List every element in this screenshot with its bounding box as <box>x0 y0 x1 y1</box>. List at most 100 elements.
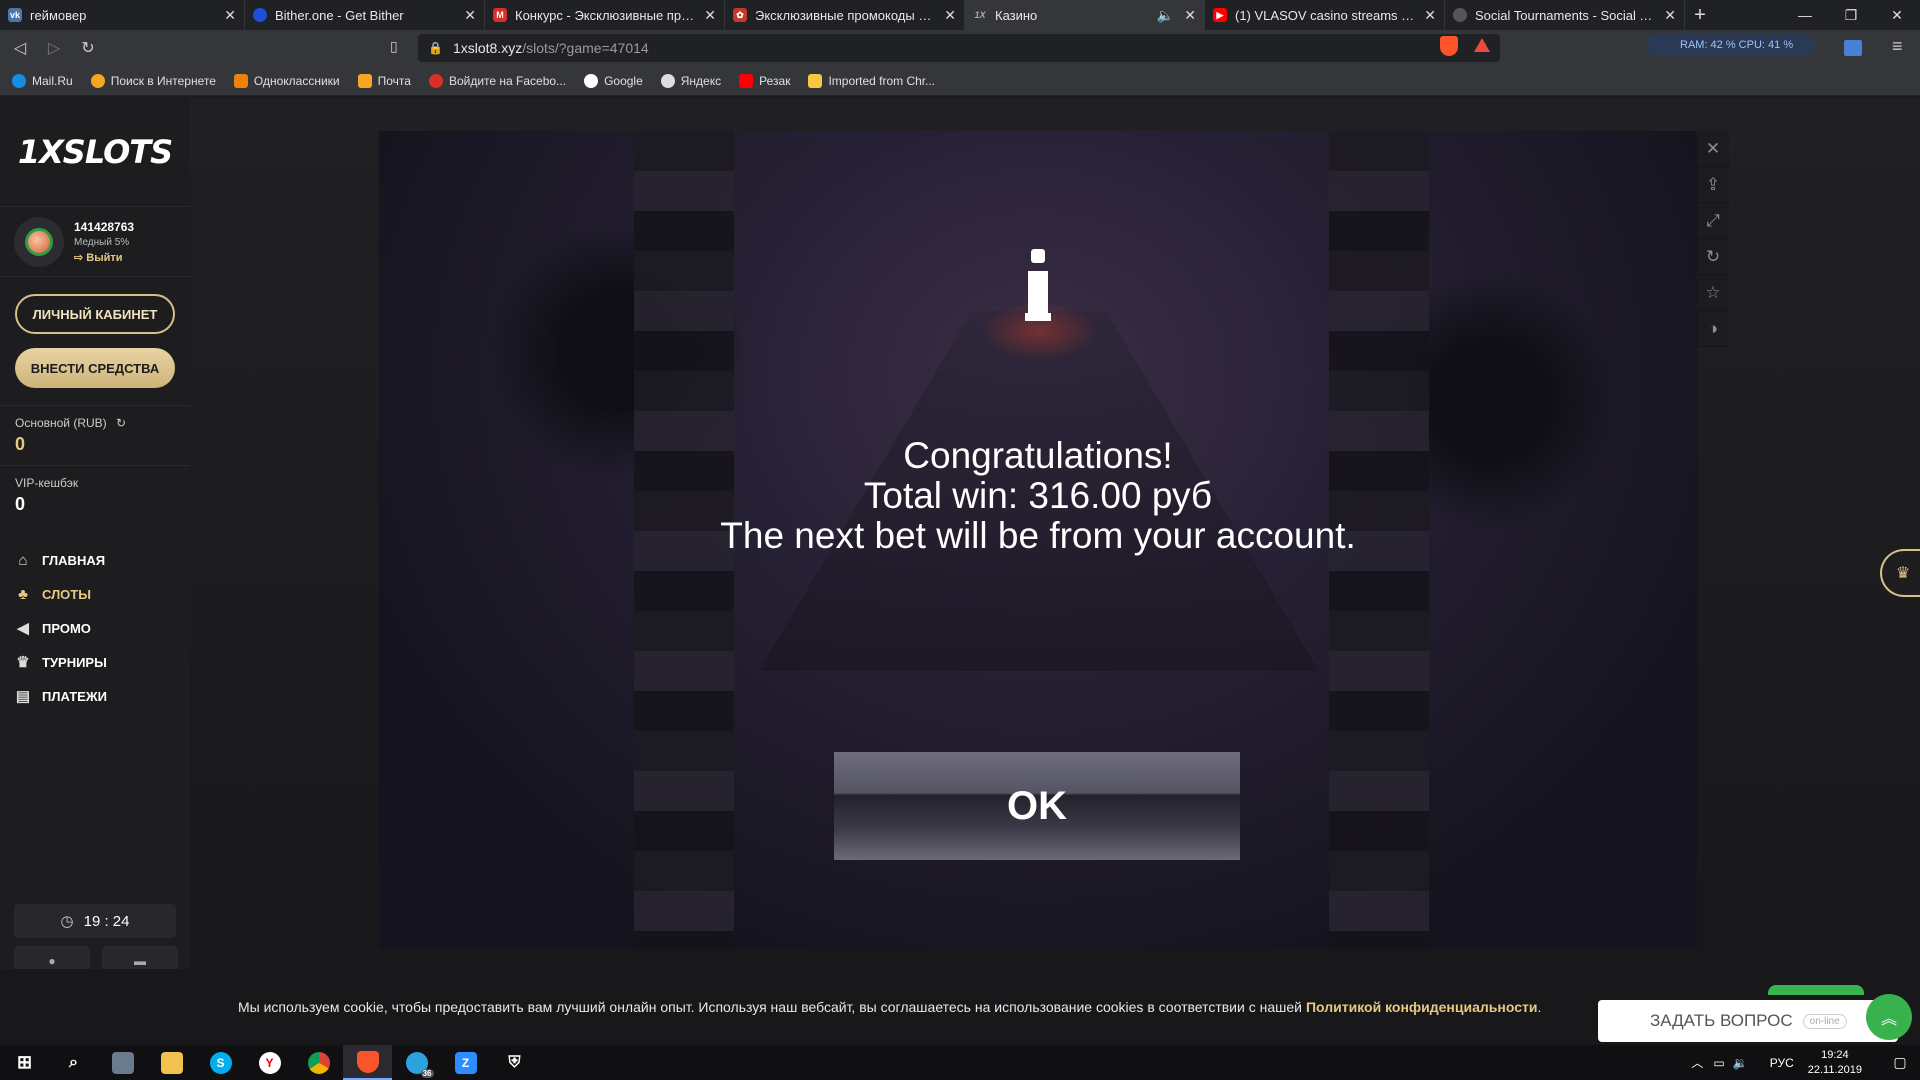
brave-shield-icon[interactable] <box>1440 36 1458 56</box>
notifications-icon[interactable]: ▢ <box>1880 1054 1920 1071</box>
tray-expand-icon[interactable]: ︿ <box>1691 1054 1703 1071</box>
bookmark-imported[interactable]: Imported from Chr... <box>808 73 935 88</box>
forward-icon[interactable]: ▷ <box>40 34 68 62</box>
bookmark-facebook[interactable]: Войдите на Facebo... <box>428 73 566 88</box>
menu-item-slots[interactable]: ♣ СЛОТЫ <box>14 577 107 611</box>
tab-casino[interactable]: 1X Казино 🔈 ✕ <box>965 0 1205 30</box>
refresh-icon[interactable]: ↻ <box>116 416 126 430</box>
close-tab-icon[interactable]: ✕ <box>1424 7 1436 24</box>
taskbar-app-skype[interactable]: S <box>196 1045 245 1080</box>
bookmark-yandex[interactable]: Яндекс <box>660 73 721 88</box>
user-level: Медный 5% <box>74 236 130 248</box>
1x-icon: 1X <box>974 10 986 20</box>
url-host: 1xslot8.xyz <box>452 40 523 56</box>
zoom-icon: Z <box>454 1051 477 1074</box>
close-window-icon[interactable]: ✕ <box>1874 0 1920 30</box>
deposit-button[interactable]: ВНЕСТИ СРЕДСТВА <box>15 348 175 388</box>
tab-bither[interactable]: Bither.one - Get Bither ✕ <box>245 0 485 30</box>
facebook-icon <box>428 73 443 88</box>
close-tab-icon[interactable]: ✕ <box>704 7 716 24</box>
main-balance-label: Основной (RUB) <box>15 416 107 430</box>
taskbar-app-chrome[interactable] <box>294 1045 343 1080</box>
network-icon[interactable]: ▭ <box>1713 1056 1724 1070</box>
tab-social-tournaments[interactable]: Social Tournaments - Social Tourna ✕ <box>1445 0 1685 30</box>
tab-gmail[interactable]: M Конкурс - Эксклюзивные промок ✕ <box>485 0 725 30</box>
search-button[interactable]: ⌕ <box>49 1045 98 1080</box>
site-logo[interactable]: 1XSLOTS <box>0 97 190 207</box>
chat-expand-button[interactable]: ︽ <box>1866 994 1912 1040</box>
volume-icon[interactable]: 🔉 <box>1733 1056 1748 1070</box>
bookmark-google[interactable]: Google <box>584 73 643 88</box>
tray-clock[interactable]: 19:24 22.11.2019 <box>1808 1048 1862 1078</box>
bookmark-ok[interactable]: Одноклассники <box>233 73 340 88</box>
close-tab-icon[interactable]: ✕ <box>1184 7 1196 24</box>
bookmark-mail[interactable]: Почта <box>357 73 411 88</box>
taskbar-app-security[interactable]: ⛨ <box>490 1045 539 1080</box>
taskbar-app-explorer[interactable] <box>147 1045 196 1080</box>
cookie-accept-button[interactable] <box>1768 985 1864 995</box>
close-tab-icon[interactable]: ✕ <box>944 7 956 24</box>
taskbar-app-telegram[interactable]: 36 <box>392 1045 441 1080</box>
browser-menu-icon[interactable]: ≡ <box>1892 36 1903 57</box>
close-tab-icon[interactable]: ✕ <box>224 7 236 24</box>
taskbar-app-zoom[interactable]: Z <box>441 1045 490 1080</box>
taskbar: ⊞ ⌕ S Y 36 Z ⛨ ︿ ▭ 🔉 РУС 19:24 22.11.201… <box>0 1045 1920 1080</box>
bookmark-icon[interactable]: ▯ <box>390 38 398 55</box>
restore-icon[interactable]: ❐ <box>1828 0 1874 30</box>
folder-icon <box>808 73 823 88</box>
url-path: /slots/?game=47014 <box>522 40 649 56</box>
menu-item-payments[interactable]: ▤ ПЛАТЕЖИ <box>14 679 107 713</box>
privacy-policy-link[interactable]: Политикой конфиденциальности <box>1306 999 1538 1015</box>
taskbar-app-monitor[interactable] <box>98 1045 147 1080</box>
toggle-icon[interactable]: ◑ <box>1697 311 1729 347</box>
search-icon <box>90 73 105 88</box>
tab-youtube[interactable]: ▶ (1) VLASOV casino streams - YouTu ✕ <box>1205 0 1445 30</box>
bither-icon <box>253 8 267 22</box>
bookmark-search[interactable]: Поиск в Интернете <box>90 73 216 88</box>
speaker-icon[interactable]: 🔈 <box>1157 7 1174 24</box>
shield-icon: ⛨ <box>508 1053 521 1071</box>
translate-icon[interactable] <box>1844 40 1862 56</box>
start-button[interactable]: ⊞ <box>0 1045 49 1080</box>
close-icon[interactable]: ✕ <box>1697 131 1729 167</box>
chevron-up-icon: ︽ <box>1880 1011 1897 1028</box>
tab-promocodes[interactable]: ✿ Эксклюзивные промокоды на фр ✕ <box>725 0 965 30</box>
globe-icon <box>1453 8 1467 22</box>
ok-button[interactable]: OK <box>834 752 1240 860</box>
menu-item-promo[interactable]: ◀ ПРОМО <box>14 611 107 645</box>
reload-game-icon[interactable]: ↻ <box>1697 239 1729 275</box>
tab-title: Эксклюзивные промокоды на фр <box>755 7 939 23</box>
vk-icon: vk <box>8 8 22 22</box>
personal-cabinet-button[interactable]: ЛИЧНЫЙ КАБИНЕТ <box>15 294 175 334</box>
taskbar-app-brave[interactable] <box>343 1045 392 1080</box>
main-balance: Основной (RUB) ↻ 0 <box>0 405 190 463</box>
new-tab-button[interactable]: + <box>1685 0 1715 30</box>
tournaments-tab-button[interactable]: ♛ <box>1880 549 1920 597</box>
mailru-icon <box>12 73 26 88</box>
taskbar-app-yandex[interactable]: Y <box>245 1045 294 1080</box>
bookmark-rezak[interactable]: Резак <box>739 73 790 88</box>
ask-question-button[interactable]: ЗАДАТЬ ВОПРОС on-line <box>1598 1000 1898 1042</box>
menu-item-tournaments[interactable]: ♛ ТУРНИРЫ <box>14 645 107 679</box>
address-input[interactable]: 🔒 1xslot8.xyz /slots/?game=47014 <box>418 34 1500 62</box>
envelope-icon <box>357 73 372 88</box>
system-monitor-extension[interactable]: RAM: 42 % CPU: 41 % <box>1646 34 1816 56</box>
close-tab-icon[interactable]: ✕ <box>464 7 476 24</box>
share-icon[interactable]: ⇪ <box>1697 167 1729 203</box>
favorite-star-icon[interactable]: ☆ <box>1697 275 1729 311</box>
menu-item-home[interactable]: ⌂ ГЛАВНАЯ <box>14 543 107 577</box>
minimize-icon[interactable]: — <box>1782 0 1828 30</box>
back-icon[interactable]: ◁ <box>6 34 34 62</box>
language-indicator[interactable]: РУС <box>1770 1056 1794 1070</box>
tab-vk[interactable]: vk геймовер ✕ <box>0 0 245 30</box>
brave-rewards-icon[interactable] <box>1474 38 1490 52</box>
bookmark-mailru[interactable]: Mail.Ru <box>12 73 73 88</box>
reload-icon[interactable]: ↻ <box>74 34 102 62</box>
game-frame[interactable]: Congratulations! Total win: 316.00 руб T… <box>379 131 1697 949</box>
logout-link[interactable]: ⇨ Выйти <box>74 251 134 264</box>
trophy-icon: ♛ <box>1895 565 1911 582</box>
avatar[interactable] <box>14 216 64 267</box>
close-tab-icon[interactable]: ✕ <box>1664 7 1676 24</box>
fullscreen-icon[interactable]: ⤢ <box>1697 203 1729 239</box>
flower-icon: ✿ <box>733 8 747 22</box>
